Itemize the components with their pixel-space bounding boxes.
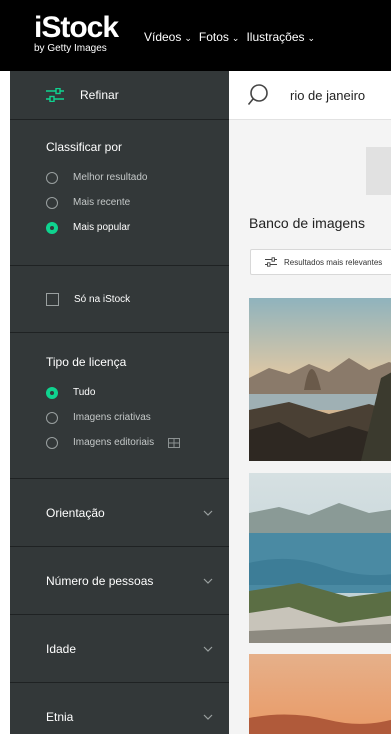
only-istock-section: Só na iStock — [10, 266, 229, 333]
chevron-down-icon — [203, 646, 213, 652]
nav-fotos-label: Fotos — [198, 30, 229, 44]
nav-fotos[interactable]: Fotos ⌄ — [199, 30, 240, 44]
license-option-editorial[interactable]: Imagens editoriais — [46, 430, 229, 455]
license-option-creative[interactable]: Imagens criativas — [46, 405, 229, 430]
sort-option-best[interactable]: Melhor resultado — [46, 165, 229, 190]
nav-videos[interactable]: Vídeos ⌄ — [144, 30, 192, 44]
only-istock-checkbox-row[interactable]: Só na iStock — [46, 287, 130, 312]
sort-option-label: Melhor resultado — [73, 172, 148, 183]
license-option-label: Imagens editoriais — [73, 437, 155, 448]
rio-sunset-photo — [249, 654, 391, 734]
filter-age[interactable]: Idade — [10, 615, 229, 683]
only-istock-label: Só na iStock — [74, 293, 131, 305]
refine-toggle[interactable]: Refinar — [10, 71, 229, 120]
filter-age-label: Idade — [46, 641, 77, 656]
top-nav: Vídeos ⌄ Fotos ⌄ Ilustrações ⌄ — [144, 30, 315, 44]
chevron-down-icon — [203, 510, 213, 516]
radio-button[interactable] — [46, 171, 58, 184]
rio-bay-photo — [249, 473, 391, 643]
radio-button[interactable] — [46, 411, 58, 424]
nav-videos-label: Vídeos — [144, 30, 182, 44]
result-image-3[interactable] — [249, 654, 391, 734]
page-edge — [0, 71, 10, 734]
main-content: rio de janeiro Banco de imagens Resultad… — [229, 71, 391, 734]
rio-skyline-photo — [249, 298, 391, 461]
filter-orientation[interactable]: Orientação — [10, 479, 229, 547]
filter-ethnicity-label: Etnia — [46, 709, 74, 724]
refine-label: Refinar — [80, 88, 119, 102]
sort-title: Classificar por — [46, 140, 123, 154]
chevron-down-icon — [203, 578, 213, 584]
chevron-down-icon: ⌄ — [231, 33, 240, 43]
filter-sidebar: Refinar Classificar por Melhor resultado… — [10, 71, 229, 734]
istock-logo[interactable]: iStock by Getty Images — [34, 11, 119, 55]
results-heading: Banco de imagens — [249, 215, 365, 231]
filter-people-count-label: Número de pessoas — [46, 573, 154, 588]
sort-option-label: Mais recente — [73, 197, 131, 208]
editorial-info-icon[interactable] — [168, 437, 181, 448]
search-bar: rio de janeiro — [229, 71, 391, 120]
sort-section: Classificar por Melhor resultado Mais re… — [10, 120, 229, 266]
chevron-down-icon: ⌄ — [307, 33, 316, 43]
filter-people-count[interactable]: Número de pessoas — [10, 547, 229, 615]
sliders-icon — [265, 257, 277, 267]
license-option-label: Tudo — [73, 387, 96, 398]
top-header: iStock by Getty Images Vídeos ⌄ Fotos ⌄ Il… — [0, 0, 391, 71]
search-icon[interactable] — [248, 83, 272, 107]
license-option-all[interactable]: Tudo — [46, 380, 229, 405]
only-istock-checkbox[interactable] — [46, 292, 59, 306]
sort-dropdown[interactable]: Resultados mais relevantes — [250, 249, 391, 275]
radio-button[interactable] — [46, 436, 58, 449]
sort-option-popular[interactable]: Mais popular — [46, 215, 229, 240]
sort-option-label: Mais popular — [73, 222, 131, 233]
sort-dropdown-label: Resultados mais relevantes — [284, 257, 383, 267]
related-search-chip[interactable] — [366, 147, 391, 195]
result-image-1[interactable] — [249, 298, 391, 461]
chevron-down-icon: ⌄ — [184, 33, 192, 43]
logo-tagline: by Getty Images — [34, 43, 107, 54]
radio-button-selected[interactable] — [46, 221, 58, 234]
logo-wordmark: iStock — [34, 11, 119, 44]
filter-ethnicity[interactable]: Etnia — [10, 683, 229, 734]
license-option-label: Imagens criativas — [73, 412, 151, 423]
result-image-2[interactable] — [249, 473, 391, 643]
radio-button[interactable] — [46, 196, 58, 209]
filter-orientation-label: Orientação — [46, 505, 105, 520]
nav-ilustracoes[interactable]: Ilustrações ⌄ — [246, 30, 315, 44]
chevron-down-icon — [203, 714, 213, 720]
radio-button-selected[interactable] — [46, 386, 58, 399]
search-input[interactable]: rio de janeiro — [290, 88, 365, 103]
nav-ilustracoes-label: Ilustrações — [246, 30, 305, 44]
sliders-icon — [46, 88, 64, 102]
sort-option-newest[interactable]: Mais recente — [46, 190, 229, 215]
license-title: Tipo de licença — [46, 355, 127, 369]
license-section: Tipo de licença Tudo Imagens criativas I… — [10, 333, 229, 479]
